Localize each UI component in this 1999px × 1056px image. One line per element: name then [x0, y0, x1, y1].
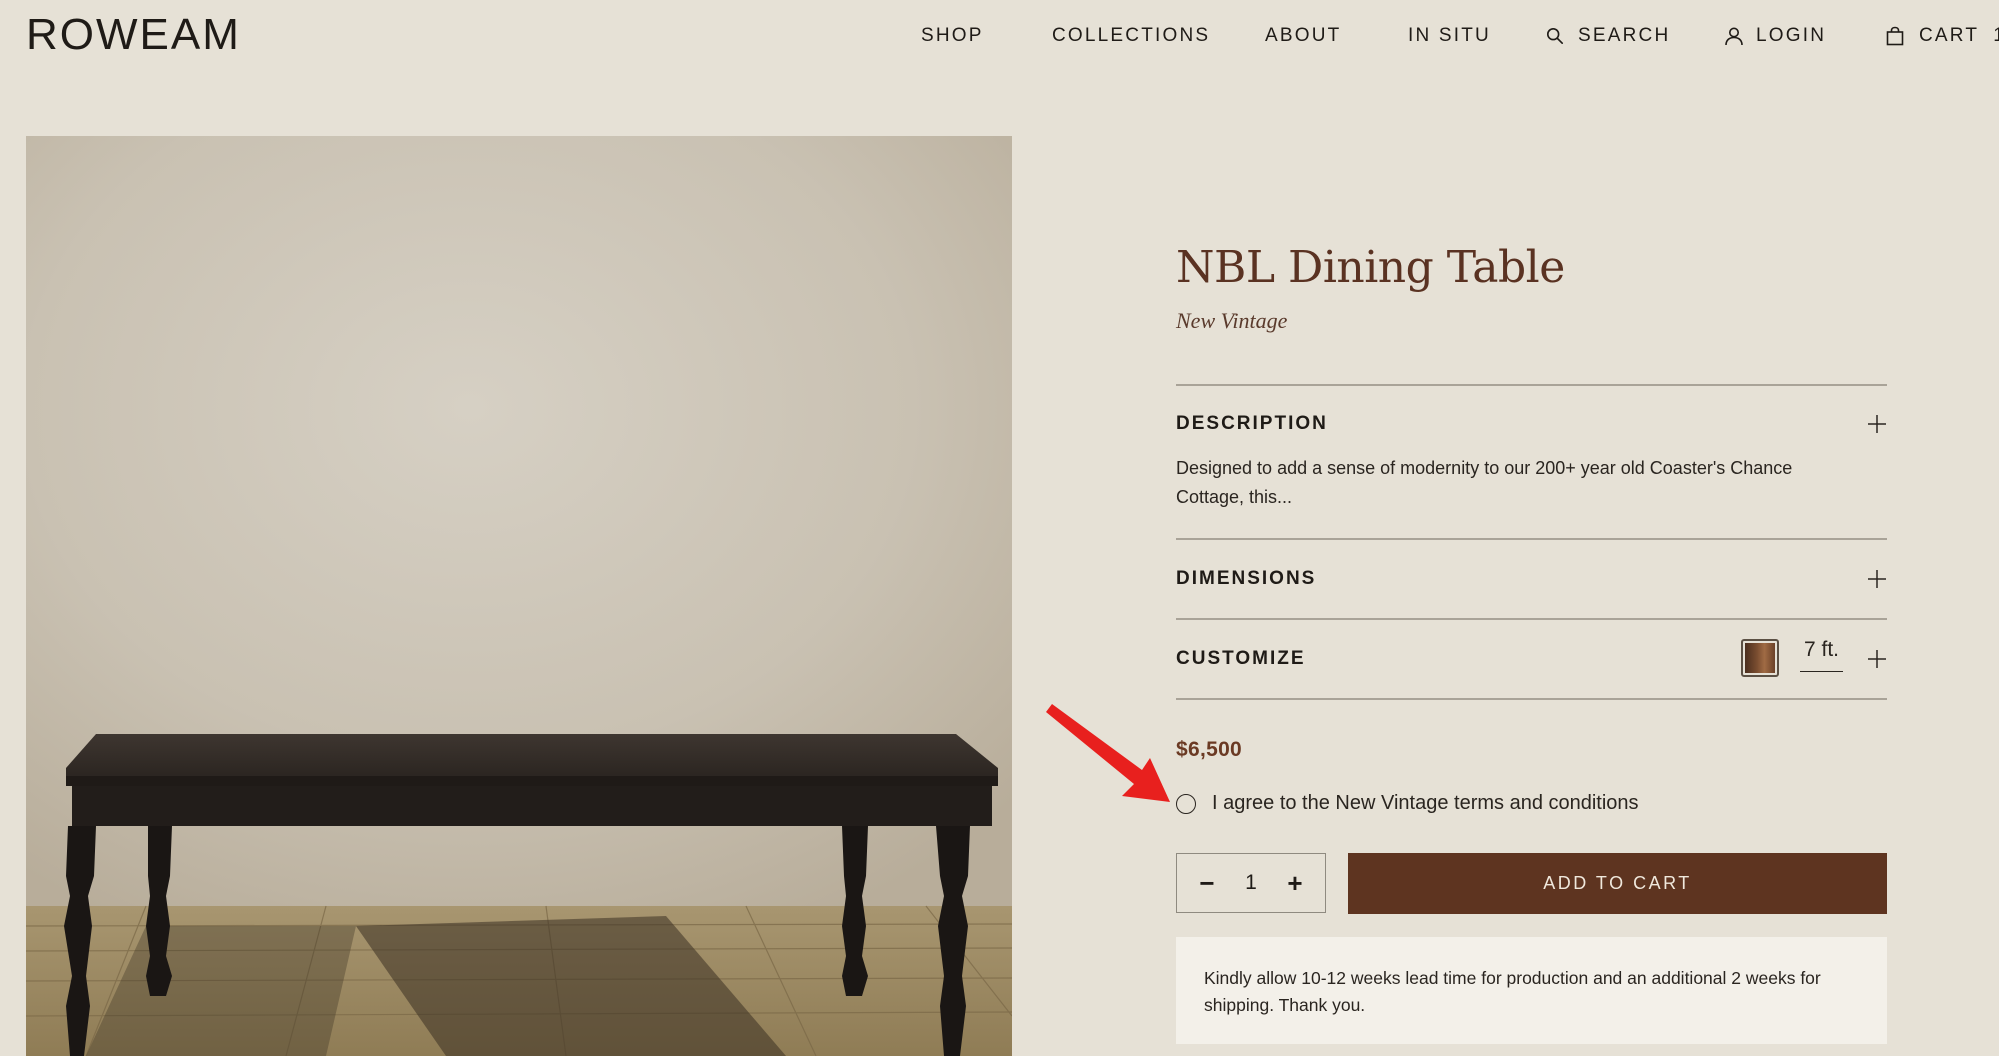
nav-cart-label: CART	[1919, 25, 1980, 46]
product-price: $6,500	[1176, 738, 1243, 761]
quantity-decrease-button[interactable]: −	[1197, 870, 1217, 896]
add-to-cart-button[interactable]: ADD TO CART	[1348, 853, 1887, 914]
wood-finish-swatch-color	[1745, 643, 1775, 673]
divider	[1176, 538, 1887, 540]
accordion-description[interactable]: DESCRIPTION	[1176, 406, 1887, 442]
nav-about[interactable]: ABOUT	[1265, 22, 1341, 50]
nav-in-situ[interactable]: IN SITU	[1408, 22, 1491, 50]
nav-collections-label: COLLECTIONS	[1052, 25, 1211, 46]
nav-login[interactable]: LOGIN	[1724, 22, 1826, 50]
nav-login-label: LOGIN	[1756, 25, 1827, 46]
quantity-value[interactable]: 1	[1245, 871, 1257, 895]
product-image[interactable]	[26, 136, 1012, 1056]
product-details: NBL Dining Table New Vintage DESCRIPTION…	[1176, 240, 1887, 1044]
description-text: Designed to add a sense of modernity to …	[1176, 458, 1793, 507]
divider	[1176, 618, 1887, 620]
search-icon	[1546, 27, 1564, 45]
wood-finish-swatch[interactable]	[1741, 639, 1779, 677]
customize-label: CUSTOMIZE	[1176, 648, 1306, 669]
divider	[1176, 698, 1887, 700]
nav-about-label: ABOUT	[1265, 25, 1342, 46]
quantity-increase-button[interactable]: +	[1285, 870, 1305, 896]
terms-agreement[interactable]: I agree to the New Vintage terms and con…	[1176, 792, 1639, 815]
nav-search[interactable]: SEARCH	[1546, 22, 1670, 50]
shopping-bag-icon	[1886, 26, 1904, 46]
dimensions-label: DIMENSIONS	[1176, 568, 1317, 589]
nav-in-situ-label: IN SITU	[1408, 25, 1491, 46]
dining-table-photo	[26, 136, 1012, 1056]
terms-label: I agree to the New Vintage terms and con…	[1212, 792, 1639, 814]
description-label: DESCRIPTION	[1176, 413, 1328, 434]
annotation-arrow-icon	[1046, 704, 1170, 802]
nav-shop-label: SHOP	[921, 25, 984, 46]
plus-icon[interactable]	[1867, 649, 1887, 669]
user-icon	[1725, 27, 1743, 46]
site-header: ROWEAM SHOP COLLECTIONS ABOUT IN SITU SE…	[0, 0, 1999, 72]
quantity-stepper: − 1 +	[1176, 853, 1326, 913]
size-selector[interactable]: 7 ft.	[1800, 635, 1844, 672]
nav-shop[interactable]: SHOP	[921, 22, 984, 50]
product-title: NBL Dining Table	[1176, 242, 1565, 293]
brand-logo[interactable]: ROWEAM	[26, 10, 241, 60]
product-collection[interactable]: New Vintage	[1176, 308, 1887, 334]
nav-collections[interactable]: COLLECTIONS	[1052, 22, 1210, 50]
accordion-dimensions[interactable]: DIMENSIONS	[1176, 561, 1887, 597]
accordion-customize[interactable]: CUSTOMIZE 7 ft.	[1176, 638, 1887, 677]
lead-time-notice: Kindly allow 10-12 weeks lead time for p…	[1176, 937, 1887, 1044]
terms-radio[interactable]	[1176, 793, 1196, 814]
plus-icon[interactable]	[1867, 569, 1887, 589]
nav-cart[interactable]: CART 1	[1885, 22, 1999, 50]
nav-search-label: SEARCH	[1578, 25, 1671, 46]
cart-count: 1	[1993, 22, 1999, 50]
divider	[1176, 384, 1887, 386]
plus-icon[interactable]	[1867, 414, 1887, 434]
